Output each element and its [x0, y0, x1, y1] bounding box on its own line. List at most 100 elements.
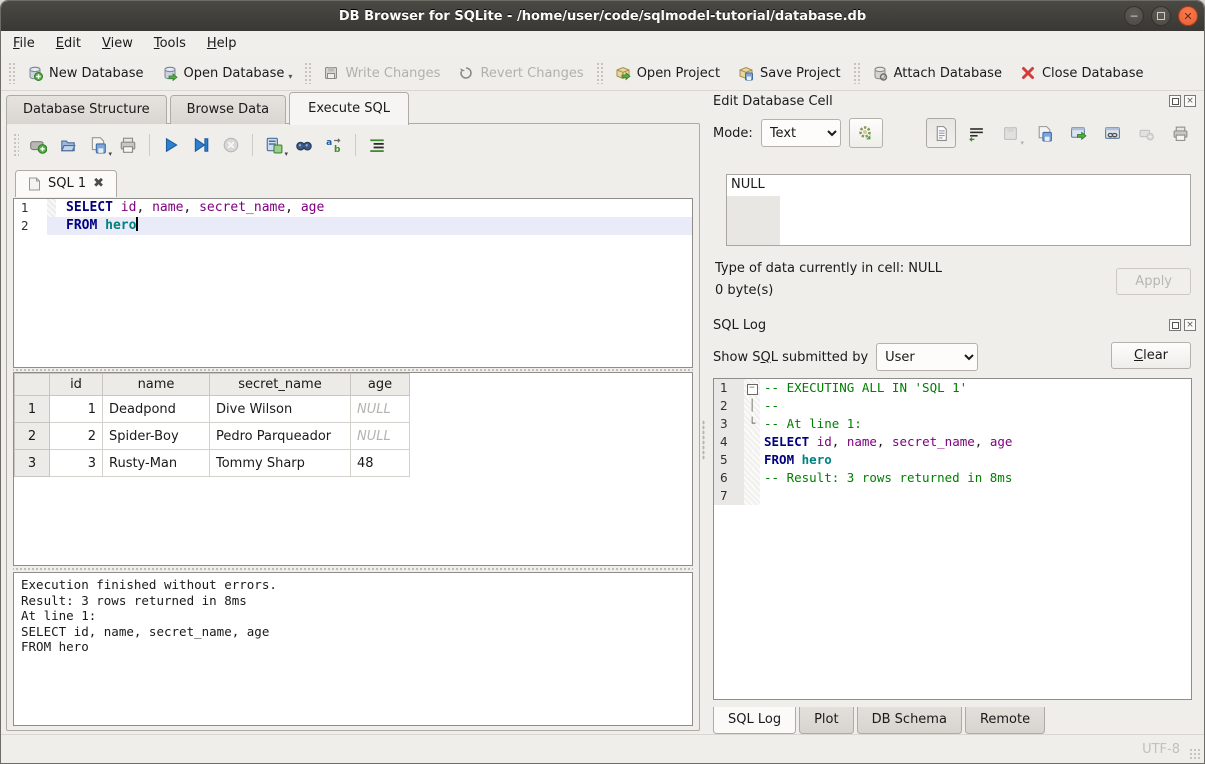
table-cell[interactable]: 1 [50, 396, 103, 423]
copy-link-button[interactable] [1098, 119, 1126, 147]
open-sql-tab-button[interactable] [23, 131, 53, 159]
remove-cell-button [1132, 119, 1160, 147]
cell-value-editor[interactable]: NULL [726, 174, 1191, 246]
print-cell-button[interactable] [1166, 119, 1194, 147]
clear-log-button[interactable]: Clear [1111, 342, 1191, 369]
text-mode-button[interactable] [926, 118, 956, 148]
word-wrap-button[interactable] [962, 119, 990, 147]
minimize-button[interactable]: ─ [1124, 6, 1144, 26]
table-row: 33Rusty-ManTommy Sharp48 [15, 450, 410, 477]
maximize-icon [1157, 12, 1165, 20]
save-project-button[interactable]: Save Project [729, 61, 850, 85]
menu-bar: File Edit View Tools Help [1, 31, 1204, 56]
dock-tab-remote[interactable]: Remote [965, 707, 1045, 734]
attach-database-button[interactable]: Attach Database [863, 61, 1011, 85]
row-header[interactable]: 1 [15, 396, 50, 423]
open-project-button[interactable]: Open Project [606, 61, 729, 85]
export-data-button[interactable] [1030, 119, 1058, 147]
corner-header[interactable] [15, 374, 50, 396]
menu-view[interactable]: View [102, 36, 133, 51]
tab-database-structure[interactable]: Database Structure [6, 95, 167, 124]
maximize-button[interactable] [1151, 6, 1171, 26]
save-sql-file-button[interactable]: ▾ [83, 131, 113, 159]
float-dock-icon[interactable] [1169, 95, 1181, 107]
line-number: 7 [714, 487, 744, 505]
toolbar-button-label: Attach Database [894, 66, 1002, 81]
table-cell[interactable]: NULL [351, 396, 410, 423]
row-header[interactable]: 2 [15, 423, 50, 450]
results-table[interactable]: idnamesecret_nameage11DeadpondDive Wilso… [14, 373, 410, 477]
remove-icon [1138, 125, 1155, 142]
dock-tab-sql-log[interactable]: SQL Log [713, 707, 796, 734]
close-dock-icon[interactable]: × [1184, 95, 1196, 107]
menu-edit[interactable]: Edit [56, 36, 81, 51]
format-sql-button[interactable] [362, 131, 392, 159]
table-cell[interactable]: Rusty-Man [103, 450, 210, 477]
encoding-indicator[interactable]: UTF-8 [1142, 742, 1180, 757]
fold-margin[interactable]: − [744, 379, 760, 397]
toolbar-separator [853, 62, 860, 84]
column-header-id[interactable]: id [50, 374, 103, 396]
tab-execute-sql[interactable]: Execute SQL [289, 92, 409, 125]
cell-editor-icons: ▾ [926, 118, 1194, 148]
sql-code-editor[interactable]: 1SELECT id, name, secret_name, age2FROM … [13, 198, 693, 368]
print-sql-button[interactable] [113, 131, 143, 159]
results-message-splitter[interactable] [13, 566, 693, 571]
menu-file[interactable]: File [13, 36, 35, 51]
panel-splitter[interactable] [700, 90, 706, 735]
title-bar[interactable]: DB Browser for SQLite - /home/user/code/… [1, 1, 1204, 31]
cell-settings-button[interactable] [849, 118, 883, 148]
table-cell[interactable]: Tommy Sharp [210, 450, 351, 477]
menu-help[interactable]: Help [207, 36, 237, 51]
table-cell[interactable]: NULL [351, 423, 410, 450]
line-number: 2 [14, 217, 47, 235]
column-header-secret_name[interactable]: secret_name [210, 374, 351, 396]
import-icon [1002, 125, 1019, 142]
stop-execution-button [216, 131, 246, 159]
dock-tab-db-schema[interactable]: DB Schema [857, 707, 962, 734]
find-button[interactable] [289, 131, 319, 159]
sql-log-view[interactable]: 1−-- EXECUTING ALL IN 'SQL 1'2│--3└-- At… [713, 378, 1192, 700]
close-sql-tab-icon[interactable]: ✖ [93, 176, 104, 191]
execute-all-button[interactable] [156, 131, 186, 159]
mode-select[interactable]: Text [761, 119, 841, 147]
table-cell[interactable]: Spider-Boy [103, 423, 210, 450]
execute-line-button[interactable] [186, 131, 216, 159]
close-database-button[interactable]: Close Database [1011, 61, 1153, 85]
log-line: 1−-- EXECUTING ALL IN 'SQL 1' [714, 379, 1191, 397]
column-header-age[interactable]: age [351, 374, 410, 396]
dock-tab-plot[interactable]: Plot [799, 707, 854, 734]
open-sql-file-button[interactable] [53, 131, 83, 159]
new-database-button[interactable]: New Database [18, 61, 153, 85]
fold-margin [744, 451, 760, 469]
menu-tools[interactable]: Tools [154, 36, 186, 51]
apply-button[interactable]: Apply [1116, 268, 1191, 295]
export-results-button[interactable]: ▾ [259, 131, 289, 159]
collapse-icon[interactable]: − [747, 384, 758, 395]
table-cell[interactable]: Dive Wilson [210, 396, 351, 423]
edit-cell-title: Edit Database Cell [713, 94, 1169, 109]
close-log-dock-icon[interactable]: × [1184, 319, 1196, 331]
row-header[interactable]: 3 [15, 450, 50, 477]
table-cell[interactable]: 48 [351, 450, 410, 477]
code-text: SELECT id, name, secret_name, age [56, 199, 692, 217]
open-external-button[interactable] [1064, 119, 1092, 147]
sql-tab[interactable]: SQL 1 ✖ [15, 170, 117, 197]
sql-log-dock-title: SQL Log × [707, 314, 1200, 336]
link-icon [1104, 125, 1121, 142]
save-project-icon [738, 65, 754, 81]
table-cell[interactable]: Pedro Parqueador [210, 423, 351, 450]
find-replace-button[interactable]: ab [319, 131, 349, 159]
table-cell[interactable]: Deadpond [103, 396, 210, 423]
table-cell[interactable]: 3 [50, 450, 103, 477]
tab-browse-data[interactable]: Browse Data [170, 95, 287, 124]
log-filter-select[interactable]: User [876, 343, 978, 371]
log-line: 2│-- [714, 397, 1191, 415]
dropdown-caret-icon: ▾ [108, 150, 112, 158]
float-log-dock-icon[interactable] [1169, 319, 1181, 331]
resize-grip-icon[interactable] [1189, 748, 1201, 760]
open-database-button[interactable]: Open Database▾ [153, 61, 302, 85]
close-button[interactable]: ✕ [1178, 6, 1198, 26]
table-cell[interactable]: 2 [50, 423, 103, 450]
column-header-name[interactable]: name [103, 374, 210, 396]
